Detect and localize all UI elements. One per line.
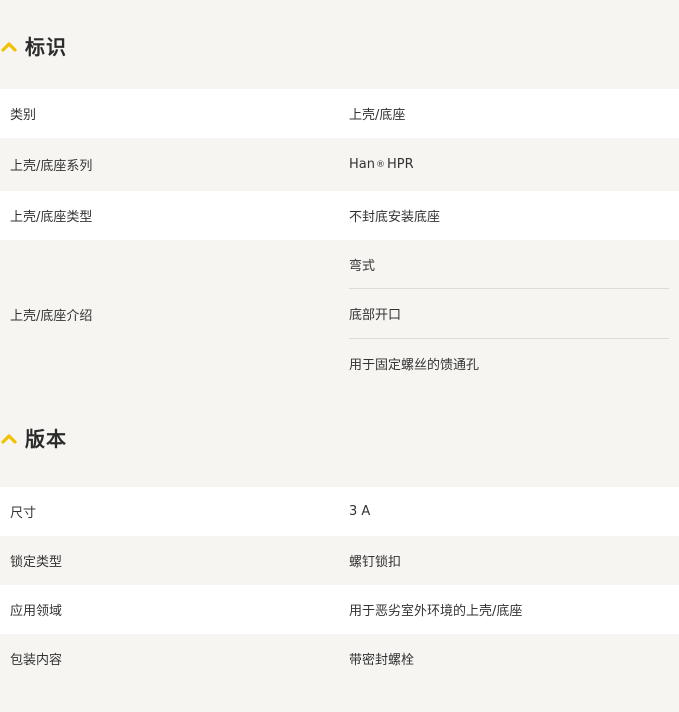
value-suffix: HPR [386, 157, 414, 172]
row-value: 不封底安装底座 [349, 210, 441, 225]
table-row: 上壳/底座系列 Han ® HPR [0, 138, 679, 191]
row-label: 包装内容 [10, 653, 63, 668]
list-item: 弯式 [349, 240, 669, 290]
table-row: 包装内容 带密封螺栓 [0, 634, 679, 683]
section-title: 版本 [25, 427, 67, 451]
table-row: 上壳/底座类型 不封底安装底座 [0, 191, 679, 240]
table-row: 锁定类型 螺钉锁扣 [0, 536, 679, 585]
row-value: 螺钉锁扣 [349, 555, 402, 570]
row-label: 锁定类型 [10, 555, 63, 570]
row-value: 上壳/底座 [349, 108, 406, 123]
section-header-identification[interactable]: 标识 [0, 0, 679, 89]
table-row: 类别 上壳/底座 [0, 89, 679, 138]
row-label: 尺寸 [10, 506, 37, 521]
row-value: 用于恶劣室外环境的上壳/底座 [349, 604, 523, 619]
row-value: 3 A [349, 504, 371, 519]
section-title: 标识 [25, 35, 67, 59]
list-item: 用于固定螺丝的馈通孔 [349, 357, 480, 373]
product-spec-page: 标识 类别 上壳/底座 上壳/底座系列 Han ® HPR 上壳/底座类型 不封底… [0, 0, 679, 712]
row-label: 上壳/底座系列 [10, 159, 93, 174]
section-header-version[interactable]: 版本 [0, 388, 679, 487]
chevron-up-icon[interactable] [1, 432, 17, 444]
row-label: 上壳/底座介绍 [10, 308, 93, 324]
list-item: 底部开口 [349, 289, 669, 339]
bottom-spacer [0, 683, 679, 711]
row-label: 类别 [10, 108, 37, 123]
table-row: 尺寸 3 A [0, 487, 679, 536]
chevron-up-icon[interactable] [1, 40, 17, 52]
row-value: Han ® HPR [349, 157, 414, 172]
row-value-list: 弯式 底部开口 用于固定螺丝的馈通孔 [339, 240, 679, 388]
row-label: 上壳/底座类型 [10, 210, 93, 225]
row-label: 应用领域 [10, 604, 63, 619]
table-row: 应用领域 用于恶劣室外环境的上壳/底座 [0, 585, 679, 634]
value-prefix: Han [349, 157, 375, 172]
row-value: 带密封螺栓 [349, 653, 415, 668]
table-row: 上壳/底座介绍 弯式 底部开口 用于固定螺丝的馈通孔 [0, 240, 679, 388]
